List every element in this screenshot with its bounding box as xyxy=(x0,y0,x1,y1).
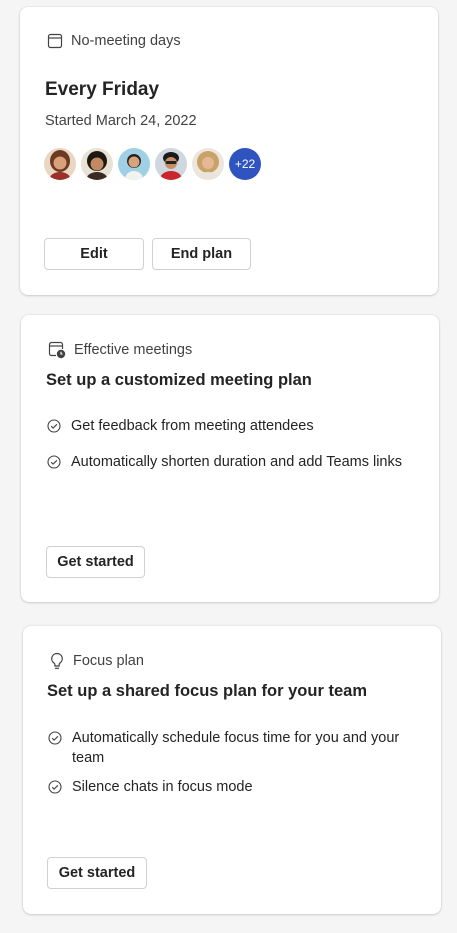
calendar-clock-icon xyxy=(48,341,66,359)
lightbulb-icon xyxy=(49,652,65,670)
list-item-label: Silence chats in focus mode xyxy=(72,779,253,795)
list-item-label: Get feedback from meeting attendees xyxy=(71,418,314,434)
card-header-label: Focus plan xyxy=(73,653,144,669)
end-plan-button[interactable]: End plan xyxy=(152,238,251,270)
card-header-label: No-meeting days xyxy=(71,33,181,49)
list-item: Get feedback from meeting attendees xyxy=(47,416,427,439)
list-item: Automatically schedule focus time for yo… xyxy=(48,728,408,768)
feature-list: Get feedback from meeting attendees Auto… xyxy=(47,416,427,475)
card-subtitle: Started March 24, 2022 xyxy=(45,113,197,129)
card-title: Every Friday xyxy=(45,79,160,100)
list-item: Automatically shorten duration and add T… xyxy=(47,452,427,475)
more-participants-badge[interactable]: +22 xyxy=(229,148,261,180)
card-header: Effective meetings xyxy=(48,341,192,359)
list-item-label: Automatically shorten duration and add T… xyxy=(71,454,403,470)
card-header: Focus plan xyxy=(49,652,144,670)
card-title: Set up a customized meeting plan xyxy=(46,371,312,389)
avatar[interactable] xyxy=(81,148,113,180)
no-meeting-days-card: No-meeting days Every Friday Started Mar… xyxy=(20,7,438,295)
checkmark-circle-icon xyxy=(48,777,62,800)
card-header-label: Effective meetings xyxy=(74,342,193,358)
feature-list: Automatically schedule focus time for yo… xyxy=(48,728,408,800)
get-started-button[interactable]: Get started xyxy=(46,546,145,578)
calendar-icon xyxy=(47,33,63,49)
list-item: Silence chats in focus mode xyxy=(48,777,408,800)
list-item-label: Automatically schedule focus time for yo… xyxy=(72,730,400,766)
participant-avatars: +22 xyxy=(44,148,261,180)
edit-button[interactable]: Edit xyxy=(44,238,144,270)
avatar[interactable] xyxy=(44,148,76,180)
checkmark-circle-icon xyxy=(48,728,62,751)
card-title: Set up a shared focus plan for your team xyxy=(47,682,367,700)
avatar[interactable] xyxy=(118,148,150,180)
card-header: No-meeting days xyxy=(47,33,181,49)
focus-plan-card: Focus plan Set up a shared focus plan fo… xyxy=(23,626,441,914)
checkmark-circle-icon xyxy=(47,416,61,439)
avatar[interactable] xyxy=(155,148,187,180)
get-started-button[interactable]: Get started xyxy=(47,857,147,889)
effective-meetings-card: Effective meetings Set up a customized m… xyxy=(21,315,439,602)
avatar[interactable] xyxy=(192,148,224,180)
checkmark-circle-icon xyxy=(47,452,61,475)
